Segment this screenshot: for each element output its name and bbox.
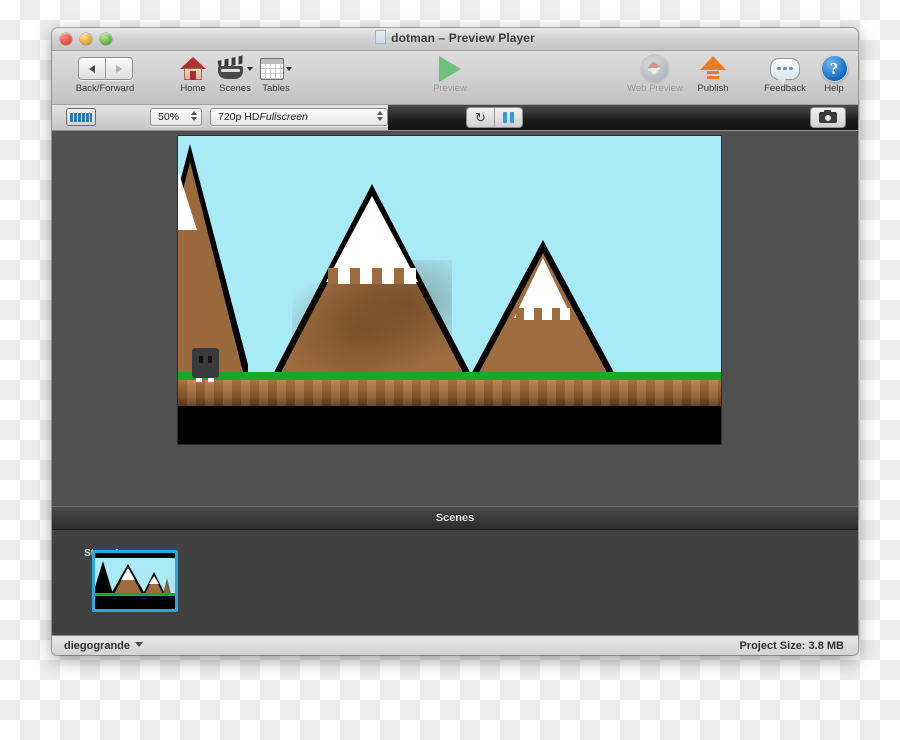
resolution-prefix: 720p HD xyxy=(218,111,260,123)
toolbar-tables-label: Tables xyxy=(262,83,290,94)
player-sprite xyxy=(192,348,219,382)
preview-control-bar: ↻ 50% 720p HD Fullscreen xyxy=(52,105,858,131)
scene-thumbnail[interactable] xyxy=(92,550,178,612)
thumb-snow-c xyxy=(149,573,159,584)
document-icon xyxy=(375,30,387,44)
stage-area xyxy=(52,131,858,506)
scenes-panel-header: Scenes xyxy=(52,506,858,530)
pause-icon xyxy=(503,112,514,123)
zoom-level-dropdown[interactable]: 50% xyxy=(150,108,202,126)
toolbar-web-preview-label: Web Preview xyxy=(627,83,683,94)
question-mark-icon: ? xyxy=(814,55,854,82)
player-foot-left xyxy=(196,378,202,382)
zoom-level-value: 50% xyxy=(158,111,180,123)
scenes-panel: Stage 1 copy xyxy=(52,530,858,635)
mountain-right xyxy=(468,240,618,380)
up-arrow-icon xyxy=(688,55,738,82)
transport-controls: ↻ xyxy=(466,107,523,128)
account-menu[interactable]: diegogrande xyxy=(64,640,144,652)
player-eye-right xyxy=(208,356,212,363)
main-toolbar: Back/Forward Home Scenes Tables Preview xyxy=(52,51,858,105)
mountain-left xyxy=(178,144,248,380)
stepper-arrows-icon xyxy=(377,111,383,121)
scene-item-container[interactable]: Stage 1 copy xyxy=(72,540,192,612)
thumb-ground xyxy=(95,596,175,609)
back-forward-arrows-icon xyxy=(66,55,144,82)
resolution-suffix: Fullscreen xyxy=(259,111,308,123)
toolbar-help[interactable]: ? Help xyxy=(814,55,854,94)
chevron-down-icon xyxy=(135,642,144,647)
filmstrip-toggle[interactable] xyxy=(66,108,96,126)
window-title-container: dotman – Preview Player xyxy=(52,30,858,45)
status-bar: diegogrande Project Size: 3.8 MB xyxy=(52,635,858,655)
mountain-center xyxy=(270,184,474,380)
player-foot-right xyxy=(208,378,214,382)
preview-player-window: dotman – Preview Player Back/Forward Hom… xyxy=(52,28,858,655)
player-eye-left xyxy=(199,356,203,363)
stepper-arrows-icon xyxy=(191,111,197,121)
preview-canvas[interactable] xyxy=(178,136,721,444)
thumb-mountain-a xyxy=(95,558,113,594)
toolbar-feedback[interactable]: Feedback xyxy=(754,55,816,94)
thumb-snow-b xyxy=(121,565,135,580)
ground-layer xyxy=(178,406,721,444)
thumb-spike xyxy=(163,578,171,594)
back-button[interactable] xyxy=(78,58,105,79)
toolbar-web-preview[interactable]: Web Preview xyxy=(622,53,688,94)
snapshot-button[interactable] xyxy=(810,107,846,128)
dirt-layer xyxy=(178,376,721,406)
resolution-dropdown[interactable]: 720p HD Fullscreen xyxy=(210,108,388,126)
camera-icon xyxy=(819,109,837,123)
thumb-grass xyxy=(95,593,175,595)
pause-button[interactable] xyxy=(494,108,522,127)
forward-button[interactable] xyxy=(104,58,132,79)
toolbar-tables[interactable]: Tables xyxy=(252,55,300,94)
compass-icon xyxy=(622,53,688,84)
grass-layer xyxy=(178,372,721,380)
toolbar-preview[interactable]: Preview xyxy=(424,55,476,94)
toolbar-preview-label: Preview xyxy=(433,83,467,94)
transport-strip: ↻ xyxy=(388,105,858,130)
play-triangle-icon xyxy=(424,55,476,82)
toolbar-publish-label: Publish xyxy=(697,83,729,94)
account-name: diegogrande xyxy=(64,640,131,652)
toolbar-back-forward-label: Back/Forward xyxy=(75,83,135,94)
toolbar-feedback-label: Feedback xyxy=(764,83,806,94)
table-grid-icon xyxy=(252,55,300,82)
restart-icon: ↻ xyxy=(475,110,486,125)
chevron-down-icon[interactable] xyxy=(286,66,292,71)
toolbar-help-label: Help xyxy=(824,83,844,94)
window-title: dotman – Preview Player xyxy=(391,31,535,45)
scenes-panel-title: Scenes xyxy=(435,512,475,524)
restart-button[interactable]: ↻ xyxy=(467,108,494,127)
toolbar-publish[interactable]: Publish xyxy=(688,55,738,94)
speech-bubble-icon xyxy=(754,55,816,85)
title-bar[interactable]: dotman – Preview Player xyxy=(52,28,858,51)
project-size-label: Project Size: 3.8 MB xyxy=(739,640,844,652)
toolbar-back-forward[interactable]: Back/Forward xyxy=(66,55,144,94)
filmstrip-icon xyxy=(70,112,92,122)
